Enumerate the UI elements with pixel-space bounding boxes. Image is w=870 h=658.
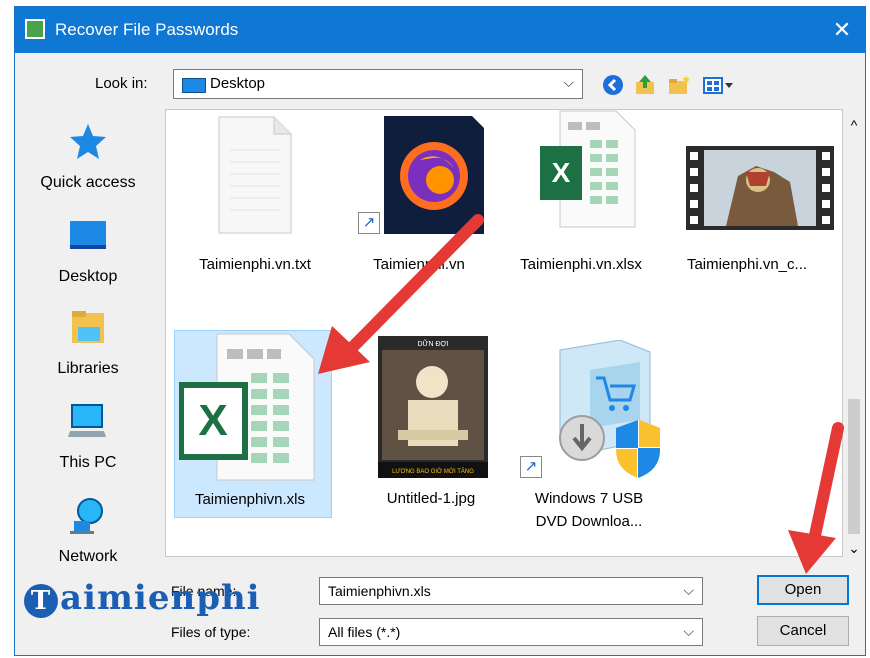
- video-file-icon: [686, 146, 834, 230]
- libraries-icon: [72, 311, 104, 343]
- watermark-text: aimienphi: [60, 578, 261, 618]
- scroll-thumb[interactable]: [848, 399, 860, 534]
- window-title: Recover File Passwords: [55, 20, 239, 39]
- svg-text:X: X: [552, 157, 571, 188]
- svg-text:X: X: [198, 396, 227, 445]
- file-name-field[interactable]: Taimienphivn.xls ⌵: [319, 577, 703, 605]
- title-bar: Recover File Passwords ✕: [15, 7, 865, 53]
- shortcut-overlay-icon: ↗: [520, 456, 542, 478]
- file-item[interactable]: Taimienphi.vn_c...: [672, 110, 834, 290]
- star-icon: [70, 124, 106, 159]
- place-label: Libraries: [57, 360, 119, 377]
- file-list[interactable]: Taimienphi.vn.txt ↗ Taimienphi.vn X Taim…: [165, 109, 843, 557]
- watermark-logo: Taimienphi: [24, 578, 261, 618]
- back-icon[interactable]: [601, 73, 625, 97]
- cancel-button[interactable]: Cancel: [757, 616, 849, 646]
- app-icon: [25, 19, 45, 39]
- file-name: Taimienphi.vn.xlsx: [520, 256, 642, 273]
- file-item-selected[interactable]: X Taimienphivn.xls: [174, 330, 332, 518]
- place-label: Desktop: [58, 268, 118, 285]
- files-of-type-label: Files of type:: [171, 624, 251, 640]
- file-item[interactable]: X Taimienphi.vn.xlsx: [506, 110, 656, 290]
- chevron-down-icon[interactable]: ⌵: [683, 582, 694, 599]
- watermark-initial: T: [24, 584, 58, 618]
- place-quick-access[interactable]: Quick access: [23, 121, 153, 213]
- file-name-value: Taimienphivn.xls: [328, 583, 431, 599]
- shortcut-overlay-icon: ↗: [358, 212, 380, 234]
- up-folder-icon[interactable]: [633, 73, 657, 97]
- places-bar: Quick access Desktop Libraries This PC N…: [23, 107, 153, 577]
- installer-file-icon: [559, 340, 660, 478]
- open-button[interactable]: Open: [757, 575, 849, 605]
- file-item[interactable]: Taimienphi.vn.txt: [180, 110, 330, 290]
- excel-file-icon: X: [540, 110, 636, 228]
- look-in-dropdown[interactable]: Desktop ⌵: [173, 69, 583, 99]
- file-name-line1: Windows 7 USB: [534, 490, 644, 507]
- look-in-label: Look in:: [95, 75, 148, 92]
- chevron-down-icon: ⌵: [563, 74, 574, 90]
- place-desktop[interactable]: Desktop: [23, 215, 153, 307]
- file-name-line2: DVD Downloa...: [535, 513, 643, 530]
- file-name: Taimienphi.vn.txt: [199, 256, 311, 273]
- vertical-scrollbar[interactable]: ^ ⌄: [844, 109, 864, 557]
- file-item[interactable]: ↗ Windows 7 USB DVD Downloa...: [514, 330, 664, 540]
- new-folder-icon[interactable]: [667, 73, 691, 97]
- network-icon: [70, 498, 103, 534]
- view-menu-icon[interactable]: [701, 73, 735, 97]
- file-name: Taimienphi.vn_c...: [686, 256, 808, 273]
- file-name: Taimienphi.vn: [373, 256, 465, 273]
- place-label: This PC: [59, 454, 117, 471]
- scroll-up-icon[interactable]: ^: [844, 117, 864, 133]
- recover-file-passwords-dialog: Recover File Passwords ✕ Look in: Deskto…: [14, 6, 866, 656]
- file-name: Untitled-1.jpg: [386, 490, 476, 507]
- place-label: Quick access: [40, 174, 136, 191]
- place-this-pc[interactable]: This PC: [23, 401, 153, 493]
- scroll-down-icon[interactable]: ⌄: [844, 540, 864, 557]
- file-name: Taimienphivn.xls: [194, 491, 306, 508]
- computer-icon: [68, 404, 106, 437]
- place-network[interactable]: Network: [23, 495, 153, 587]
- file-item[interactable]: ↗ Taimienphi.vn: [344, 110, 494, 290]
- place-label: Network: [58, 548, 118, 565]
- excel-file-icon: X: [179, 333, 315, 481]
- image-caption-bottom: LƯƠNG BAO GIỜ MỚI TĂNG: [392, 468, 474, 475]
- files-of-type-value: All files (*.*): [328, 624, 401, 640]
- desktop-icon: [182, 78, 206, 93]
- close-icon[interactable]: ✕: [827, 15, 857, 45]
- image-caption-top: DỮN ĐỢI: [417, 339, 448, 348]
- firefox-icon: [384, 116, 484, 234]
- place-libraries[interactable]: Libraries: [23, 307, 153, 399]
- look-in-value: Desktop: [210, 75, 266, 92]
- chevron-down-icon: ⌵: [683, 623, 694, 639]
- image-file-icon: DỮN ĐỢI LƯƠNG BAO GIỜ MỚI TĂNG: [378, 336, 488, 478]
- text-file-icon: [218, 116, 292, 234]
- files-of-type-dropdown[interactable]: All files (*.*) ⌵: [319, 618, 703, 646]
- file-item[interactable]: DỮN ĐỢI LƯƠNG BAO GIỜ MỚI TĂNG Untitled-…: [356, 330, 506, 510]
- desktop-icon: [70, 221, 106, 249]
